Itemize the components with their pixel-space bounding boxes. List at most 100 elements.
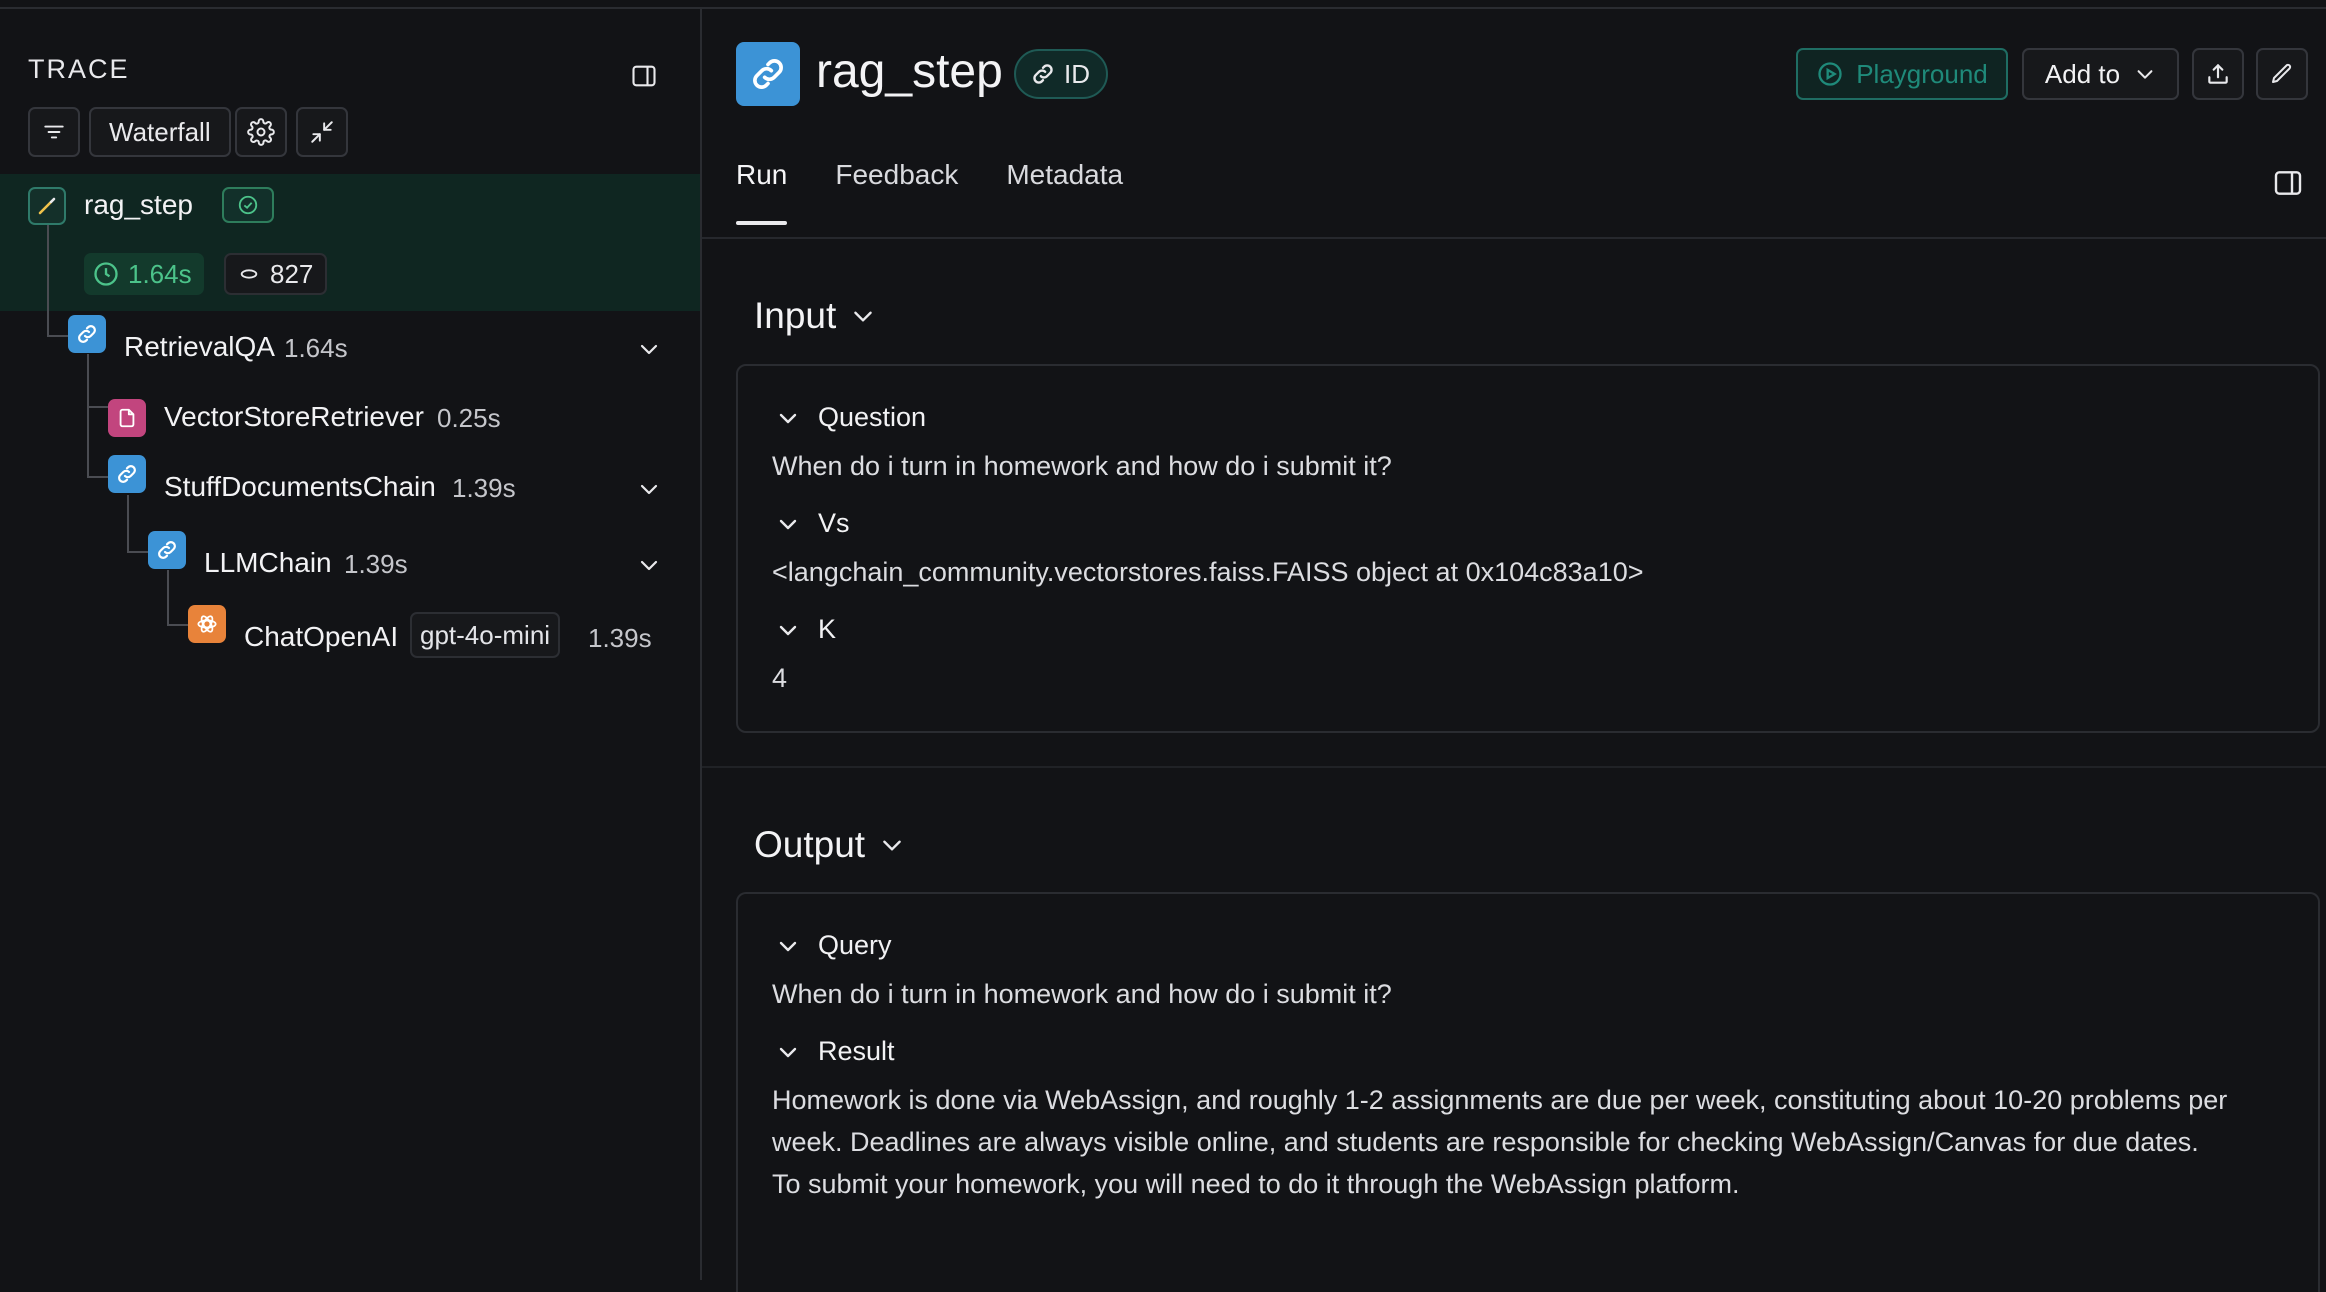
view-mode-select[interactable]: Waterfall	[89, 107, 231, 157]
tree-connector	[87, 476, 109, 478]
status-badge	[222, 187, 274, 223]
tree-connector	[87, 354, 89, 478]
latency-badge: 1.64s	[84, 253, 204, 295]
wand-icon	[38, 197, 56, 215]
tree-node-stuffdocs-time: 1.39s	[452, 473, 516, 503]
field-key-question: Question	[818, 402, 927, 432]
chevron-down-icon[interactable]	[637, 337, 661, 361]
field-toggle-query[interactable]: Query	[776, 930, 892, 961]
link-icon	[1033, 64, 1053, 84]
coins-icon	[240, 269, 258, 279]
tree-connector	[127, 551, 149, 553]
tree-connector	[47, 335, 69, 337]
tabs-divider	[702, 237, 2326, 239]
tree-node-llmchain-icon	[148, 531, 186, 569]
output-card: Query When do i turn in homework and how…	[736, 892, 2320, 1292]
field-value-result: Homework is done via WebAssign, and roug…	[772, 1085, 2228, 1199]
field-toggle-vs[interactable]: Vs	[776, 508, 850, 539]
filter-lines-icon	[44, 125, 64, 139]
input-section-toggle[interactable]: Input	[754, 295, 876, 337]
copy-id-button[interactable]: ID	[1014, 49, 1108, 99]
id-label: ID	[1064, 58, 1090, 89]
clock-icon	[94, 262, 118, 286]
tab-feedback[interactable]: Feedback	[835, 159, 958, 225]
tree-node-vectorstore-label[interactable]: VectorStoreRetriever	[164, 401, 424, 433]
tree-node-retrievalqa-time: 1.64s	[284, 333, 348, 363]
page-title: rag_step	[816, 45, 1003, 98]
settings-button[interactable]	[235, 107, 287, 157]
field-value-k: 4	[772, 663, 788, 693]
token-count: 827	[270, 258, 314, 289]
tree-node-llmchain-label[interactable]: LLMChain	[204, 547, 332, 579]
field-value-vs: <langchain_community.vectorstores.faiss.…	[772, 557, 1644, 587]
output-section-toggle[interactable]: Output	[754, 824, 905, 866]
trace-panel: TRACE Waterfall rag_step 1.64s 827 Retri…	[0, 9, 702, 1280]
chevron-down-icon	[779, 413, 797, 423]
link-icon	[118, 465, 136, 483]
openai-icon	[197, 615, 217, 633]
chevron-down-icon	[779, 941, 797, 951]
detail-tabs: Run Feedback Metadata	[736, 159, 1123, 225]
model-badge: gpt-4o-mini	[410, 612, 561, 658]
filter-button[interactable]	[28, 107, 80, 157]
chain-root-icon	[28, 187, 66, 225]
link-icon	[78, 325, 96, 343]
trace-panel-title: TRACE	[28, 54, 130, 84]
pencil-icon	[2272, 63, 2292, 83]
field-key-result: Result	[818, 1036, 895, 1066]
check-circle-icon	[238, 195, 258, 215]
chevron-down-icon	[2137, 70, 2153, 79]
tree-node-stuffdocs-label[interactable]: StuffDocumentsChain	[164, 471, 436, 503]
tab-metadata[interactable]: Metadata	[1006, 159, 1123, 225]
edit-button[interactable]	[2256, 48, 2308, 100]
field-toggle-question[interactable]: Question	[776, 402, 926, 433]
toggle-panel-button[interactable]	[628, 60, 660, 92]
tree-node-retrievalqa-label[interactable]: RetrievalQA	[124, 331, 275, 363]
playground-button[interactable]: Playground	[1796, 48, 2008, 100]
tree-connector	[167, 570, 169, 626]
tree-node-vectorstore-time: 0.25s	[437, 403, 501, 433]
input-heading: Input	[754, 295, 837, 336]
model-name: gpt-4o-mini	[420, 619, 551, 650]
panel-toggle-icon[interactable]	[2272, 167, 2304, 199]
tree-connector	[127, 495, 129, 553]
link-icon	[753, 59, 783, 89]
tree-node-vectorstore-icon	[108, 399, 146, 437]
tree-node-chatopenai-label[interactable]: ChatOpenAI	[244, 621, 398, 653]
tab-run[interactable]: Run	[736, 159, 788, 225]
add-to-label: Add to	[2044, 58, 2121, 89]
tree-node-retrievalqa-icon	[68, 315, 106, 353]
latency-value: 1.64s	[128, 258, 192, 289]
chevron-down-icon[interactable]	[637, 477, 661, 501]
field-toggle-result[interactable]: Result	[776, 1036, 895, 1067]
chevron-down-icon	[779, 519, 797, 529]
link-icon	[158, 541, 176, 559]
field-key-vs: Vs	[818, 508, 850, 538]
collapse-button[interactable]	[296, 107, 348, 157]
token-badge: 827	[224, 253, 328, 295]
field-toggle-k[interactable]: K	[776, 614, 836, 645]
chevron-down-icon	[779, 1047, 797, 1057]
add-to-button[interactable]: Add to	[2022, 48, 2179, 100]
tree-node-chatopenai-time: 1.39s	[588, 623, 652, 653]
play-circle-icon	[1818, 62, 1842, 86]
sidebar-toggle-icon	[632, 65, 656, 87]
tree-node-chatopenai-icon	[188, 605, 226, 643]
tree-node-llmchain-time: 1.39s	[344, 549, 408, 579]
share-button[interactable]	[2192, 48, 2244, 100]
window-top-border	[0, 0, 2326, 9]
field-value-question: When do i turn in homework and how do i …	[772, 451, 1392, 481]
field-value-query: When do i turn in homework and how do i …	[772, 979, 1392, 1009]
collapse-arrows-icon	[311, 121, 333, 143]
field-key-k: K	[818, 614, 837, 644]
chevron-down-icon	[883, 840, 901, 851]
tree-connector	[47, 224, 49, 337]
output-heading: Output	[754, 824, 866, 865]
tree-node-root-label[interactable]: rag_step	[84, 189, 193, 221]
chevron-down-icon[interactable]	[637, 553, 661, 577]
section-divider	[702, 766, 2326, 768]
chevron-down-icon	[854, 311, 873, 322]
upload-icon	[2208, 64, 2228, 84]
gear-icon	[247, 118, 275, 146]
input-card: Question When do i turn in homework and …	[736, 364, 2320, 733]
